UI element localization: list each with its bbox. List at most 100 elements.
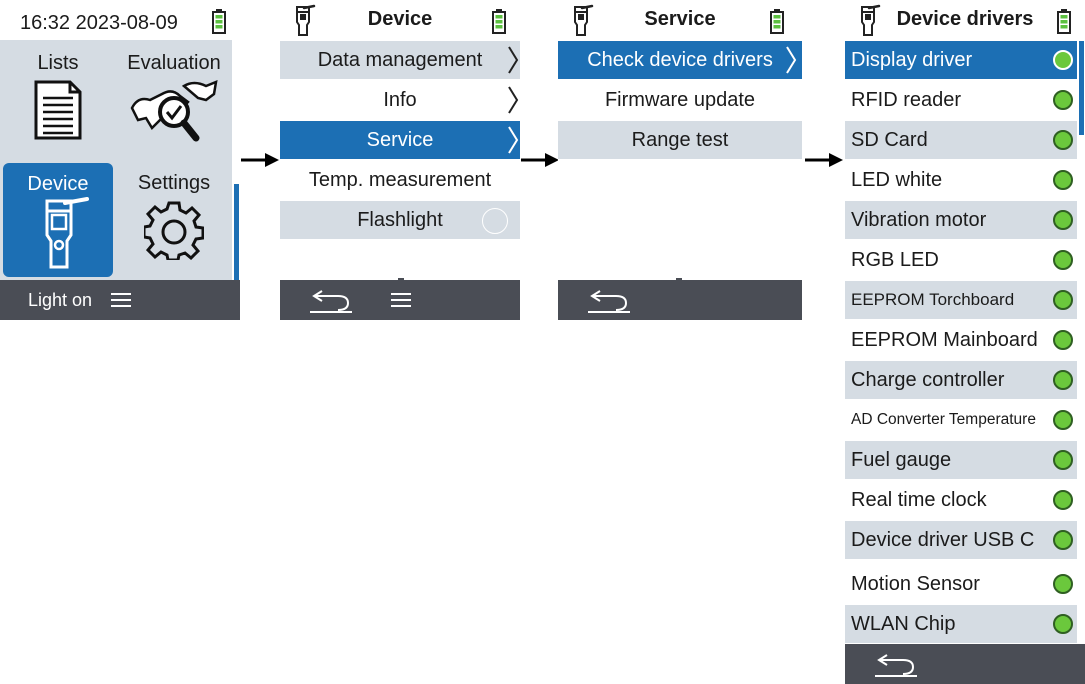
menu-item-label: Firmware update (604, 89, 756, 111)
flashlight-toggle[interactable] (482, 208, 508, 234)
battery-icon (1057, 9, 1071, 34)
menu-item-info[interactable]: Info (280, 81, 520, 119)
list-document-icon (34, 80, 82, 140)
menu-item-flashlight[interactable]: Flashlight (280, 201, 520, 239)
driver-row-rgb-led[interactable]: RGB LED (845, 241, 1077, 279)
tile-settings-label: Settings (137, 172, 211, 194)
driver-row-eeprom-mainboard[interactable]: EEPROM Mainboard (845, 321, 1077, 359)
status-ok-icon (1053, 614, 1073, 634)
evaluation-magnifier-icon (130, 80, 218, 142)
hamburger-menu-icon[interactable] (111, 292, 131, 308)
tile-evaluation[interactable]: Evaluation (116, 40, 232, 160)
driver-label: EEPROM Mainboard (851, 329, 1038, 351)
home-screen: 16:32 2023-08-09 Lists Evaluation Device… (0, 0, 240, 320)
status-ok-icon (1053, 574, 1073, 594)
home-scrollbar[interactable] (234, 184, 239, 280)
menu-item-label: Service (366, 129, 434, 151)
driver-label: Display driver (851, 49, 973, 71)
tile-device[interactable]: Device (3, 163, 113, 277)
chevron-right-icon (508, 126, 519, 154)
driver-row-charge-controller[interactable]: Charge controller (845, 361, 1077, 399)
back-arrow-icon[interactable] (873, 652, 919, 678)
status-ok-icon (1053, 490, 1073, 510)
driver-row-display-driver[interactable]: Display driver (845, 41, 1077, 79)
home-status-bar: 16:32 2023-08-09 (0, 0, 240, 40)
handheld-device-icon (45, 197, 89, 269)
chevron-right-icon (786, 46, 797, 74)
chevron-right-icon (508, 46, 519, 74)
driver-label: EEPROM Torchboard (851, 290, 1015, 309)
status-ok-icon (1053, 130, 1073, 150)
driver-row-wlan-chip[interactable]: WLAN Chip (845, 605, 1077, 643)
driver-row-device-driver-usb-c[interactable]: Device driver USB C (845, 521, 1077, 559)
datetime-label: 16:32 2023-08-09 (20, 12, 178, 34)
light-on-softkey[interactable]: Light on (28, 290, 92, 311)
status-ok-icon (1053, 330, 1073, 350)
device-title-bar: Device (280, 0, 520, 40)
driver-row-eeprom-torchboard[interactable]: EEPROM Torchboard (845, 281, 1077, 319)
driver-label: Fuel gauge (851, 449, 952, 471)
service-screen: Service Check device drivers Firmware up… (558, 0, 802, 320)
driver-label: Charge controller (851, 369, 1005, 391)
status-ok-icon (1053, 450, 1073, 470)
drivers-bottom-bar (845, 644, 1085, 684)
menu-item-service[interactable]: Service (280, 121, 520, 159)
menu-item-label: Range test (631, 129, 729, 151)
status-ok-icon (1053, 210, 1073, 230)
service-bottom-bar (558, 280, 802, 320)
driver-label: SD Card (851, 129, 928, 151)
back-arrow-icon[interactable] (586, 288, 632, 314)
menu-item-label: Check device drivers (587, 49, 773, 71)
battery-icon (212, 9, 226, 34)
menu-item-label: Flashlight (357, 209, 443, 231)
tile-lists-label: Lists (37, 52, 79, 74)
status-ok-icon (1053, 530, 1073, 550)
device-screen: Device Data management Info Service Temp… (280, 0, 520, 320)
driver-row-led-white[interactable]: LED white (845, 161, 1077, 199)
hamburger-menu-icon[interactable] (391, 292, 411, 308)
device-bottom-bar (280, 280, 520, 320)
driver-label: Vibration motor (851, 209, 987, 231)
back-arrow-icon[interactable] (308, 288, 354, 314)
driver-label: Motion Sensor (851, 573, 980, 595)
driver-row-sd-card[interactable]: SD Card (845, 121, 1077, 159)
driver-row-ad-converter-temperature[interactable]: AD Converter Temperature (845, 401, 1077, 439)
tile-settings[interactable]: Settings (116, 160, 232, 280)
driver-row-vibration-motor[interactable]: Vibration motor (845, 201, 1077, 239)
drivers-scrollbar[interactable] (1079, 41, 1084, 135)
battery-icon (770, 9, 784, 34)
menu-item-temp-measurement[interactable]: Temp. measurement (280, 161, 520, 199)
status-ok-icon (1053, 290, 1073, 310)
menu-item-data-management[interactable]: Data management (280, 41, 520, 79)
driver-row-real-time-clock[interactable]: Real time clock (845, 481, 1077, 519)
menu-item-label: Temp. measurement (308, 169, 492, 191)
driver-label: AD Converter Temperature (851, 411, 1036, 428)
tile-device-label: Device (27, 173, 89, 195)
driver-label: RGB LED (851, 249, 939, 271)
chevron-right-icon (508, 86, 519, 114)
menu-item-label: Data management (317, 49, 483, 71)
status-ok-icon (1053, 370, 1073, 390)
menu-item-firmware-update[interactable]: Firmware update (558, 81, 802, 119)
driver-row-motion-sensor[interactable]: Motion Sensor (845, 565, 1077, 603)
status-ok-icon (1053, 50, 1073, 70)
driver-row-fuel-gauge[interactable]: Fuel gauge (845, 441, 1077, 479)
battery-icon (492, 9, 506, 34)
menu-item-range-test[interactable]: Range test (558, 121, 802, 159)
driver-label: RFID reader (851, 89, 962, 111)
service-title-bar: Service (558, 0, 802, 40)
drivers-title: Device drivers (896, 8, 1034, 30)
menu-item-check-device-drivers[interactable]: Check device drivers (558, 41, 802, 79)
driver-label: Real time clock (851, 489, 987, 511)
menu-item-label: Info (383, 89, 417, 111)
tile-lists[interactable]: Lists (0, 40, 116, 160)
device-title: Device (367, 8, 433, 30)
tile-evaluation-label: Evaluation (127, 52, 221, 74)
driver-row-rfid-reader[interactable]: RFID reader (845, 81, 1077, 119)
status-ok-icon (1053, 90, 1073, 110)
flow-arrow-icon (521, 153, 559, 167)
flow-arrow-icon (241, 153, 279, 167)
gear-icon (144, 201, 204, 260)
drivers-title-bar: Device drivers (845, 0, 1085, 40)
status-ok-icon (1053, 250, 1073, 270)
